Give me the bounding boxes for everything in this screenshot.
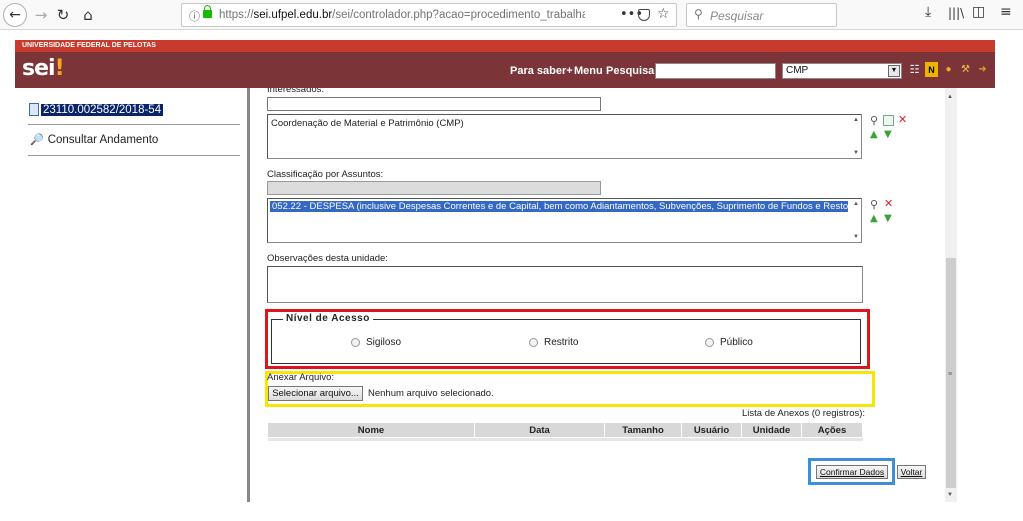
reload-icon[interactable]: ↻ [52, 4, 74, 26]
radio-publico[interactable]: Público [705, 337, 753, 348]
process-icon [29, 103, 39, 116]
nivel-acesso-fieldset: Nível de Acesso Sigiloso Restrito Públic… [271, 313, 861, 364]
bookmark-star-icon[interactable]: ☆ [657, 6, 670, 22]
magnifier-icon: 🔎 [30, 133, 44, 146]
classificacao-label: Classificação por Assuntos: [267, 169, 384, 180]
col-unidade: Unidade [741, 422, 802, 438]
forward-arrow-icon[interactable]: → [30, 4, 52, 26]
remove-icon[interactable]: ✕ [884, 198, 893, 209]
move-up-icon[interactable]: ▲ [870, 129, 878, 140]
university-name: UNIVERSIDADE FEDERAL DE PELOTAS [22, 42, 156, 49]
move-up-icon[interactable]: ▲ [870, 213, 878, 224]
new-document-icon[interactable]: N [925, 62, 938, 77]
pesquisa-label: Pesquisa [606, 65, 655, 77]
exit-icon[interactable]: ➜ [976, 62, 989, 77]
anexos-table: Nome Data Tamanho Usuário Unidade Ações [267, 422, 863, 441]
grip-icon: ≡ [948, 371, 953, 378]
observacoes-label: Observações desta unidade: [267, 253, 388, 264]
tools-icon[interactable]: ⚒ [959, 62, 972, 77]
radio-circle[interactable] [705, 338, 714, 347]
list-view-icon[interactable]: ☷ [908, 62, 921, 77]
process-item[interactable]: 23110.002582/2018-54 [29, 103, 164, 116]
pesquisa-input[interactable] [655, 63, 776, 79]
pocket-icon[interactable] [638, 9, 650, 21]
confirm-button[interactable]: Confirmar Dados [816, 465, 888, 479]
table-footer-row [267, 437, 863, 441]
nivel-acesso-legend: Nível de Acesso [283, 313, 373, 324]
sidebar-icon[interactable]: ◫ [972, 4, 985, 20]
url-text: https://sei.ufpel.edu.br/sei/controlador… [219, 9, 585, 21]
browser-toolbar: ← → ↻ ⌂ ⓘ https://sei.ufpel.edu.br/sei/c… [0, 0, 1023, 30]
observacoes-textarea[interactable] [267, 266, 863, 303]
radio-label[interactable]: Público [720, 337, 753, 348]
user-icon[interactable]: ● [942, 62, 955, 77]
radio-label[interactable]: Restrito [544, 337, 578, 348]
move-down-icon[interactable]: ▼ [884, 213, 892, 224]
url-bar[interactable]: ⓘ https://sei.ufpel.edu.br/sei/controlad… [181, 3, 677, 27]
chevron-down-icon[interactable]: ▼ [888, 65, 900, 77]
interessados-list[interactable]: Coordenação de Material e Patrimônio (CM… [267, 114, 862, 159]
info-icon[interactable]: ⓘ [189, 8, 200, 24]
radio-sigiloso[interactable]: Sigiloso [351, 337, 401, 348]
university-bar: UNIVERSIDADE FEDERAL DE PELOTAS [15, 40, 995, 52]
search-placeholder: Pesquisar [710, 9, 764, 23]
col-data: Data [474, 422, 605, 438]
back-arrow-icon[interactable]: ← [3, 3, 27, 27]
anexar-label: Anexar Arquivo: [267, 372, 335, 383]
process-form: Interessados: Coordenação de Material e … [250, 88, 945, 502]
back-button[interactable]: Voltar [897, 465, 926, 479]
anexos-caption: Lista de Anexos (0 registros): [742, 408, 866, 419]
sei-logo[interactable]: sei! [22, 56, 65, 81]
unit-select[interactable]: CMP ▼ [782, 63, 902, 79]
no-file-status: Nenhum arquivo selecionado. [368, 388, 494, 399]
list-scrollbar[interactable]: ▲ ▼ [851, 115, 861, 158]
library-icon[interactable]: |||\ [948, 6, 964, 20]
classificacao-item[interactable]: 052.22 - DESPESA (inclusive Despesas Cor… [270, 201, 848, 212]
classificacao-list[interactable]: 052.22 - DESPESA (inclusive Despesas Cor… [267, 198, 862, 243]
divider [28, 155, 240, 156]
lock-icon [203, 5, 212, 18]
classificacao-input[interactable] [267, 181, 601, 195]
search-icon[interactable]: ⚲ [870, 199, 878, 210]
process-tree: 23110.002582/2018-54 🔎 Consultar Andamen… [15, 88, 247, 502]
select-file-button[interactable]: Selecionar arquivo... [268, 386, 363, 401]
process-number[interactable]: 23110.002582/2018-54 [41, 103, 164, 116]
interessados-input[interactable] [267, 97, 601, 111]
search-icon: ⚲ [694, 7, 703, 21]
home-icon[interactable]: ⌂ [77, 4, 99, 26]
col-acoes: Ações [801, 422, 863, 438]
col-nome: Nome [267, 422, 475, 438]
remove-icon[interactable]: ✕ [898, 114, 907, 125]
search-icon[interactable]: ⚲ [870, 115, 878, 126]
col-tamanho: Tamanho [604, 422, 682, 438]
para-saber-link[interactable]: Para saber+ [510, 65, 573, 77]
list-scrollbar[interactable]: ▲ ▼ [851, 199, 861, 242]
radio-restrito[interactable]: Restrito [529, 337, 578, 348]
move-down-icon[interactable]: ▼ [884, 129, 892, 140]
radio-circle[interactable] [529, 338, 538, 347]
form-scrollbar[interactable]: ▲ ≡ ▼ [945, 88, 957, 502]
menu-link[interactable]: Menu [574, 65, 603, 77]
download-icon[interactable]: ⤓ [925, 4, 931, 20]
divider [28, 124, 240, 125]
radio-label[interactable]: Sigiloso [366, 337, 401, 348]
interessado-item[interactable]: Coordenação de Material e Patrimônio (CM… [271, 118, 464, 129]
browser-search-input[interactable]: ⚲ Pesquisar [686, 3, 837, 27]
hamburger-menu-icon[interactable]: ≡ [1000, 4, 1012, 20]
consultar-andamento-label[interactable]: Consultar Andamento [48, 134, 159, 146]
scroll-down-icon[interactable]: ▼ [947, 492, 953, 498]
radio-circle[interactable] [351, 338, 360, 347]
edit-icon[interactable] [883, 115, 894, 126]
scroll-up-icon[interactable]: ▲ [947, 94, 953, 100]
sei-header: sei! Para saber+ Menu Pesquisa CMP ▼ ☷ N … [15, 52, 995, 88]
col-usuario: Usuário [681, 422, 742, 438]
consultar-andamento-link[interactable]: 🔎 Consultar Andamento [30, 133, 158, 146]
